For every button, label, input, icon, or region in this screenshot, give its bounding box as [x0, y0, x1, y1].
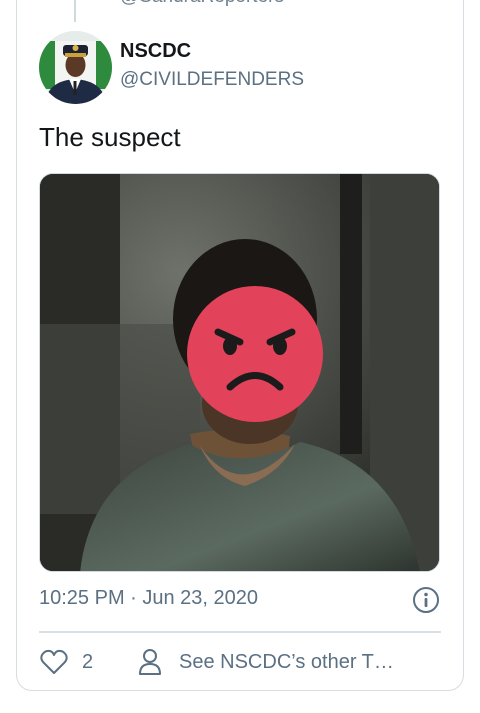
thread-connector-line [74, 0, 76, 22]
author-name[interactable]: NSCDC [120, 40, 191, 63]
person-icon [139, 649, 161, 675]
action-divider [39, 631, 441, 633]
like-button[interactable]: 2 [40, 648, 93, 676]
photo-content [40, 174, 439, 571]
tweet-photo[interactable] [39, 173, 440, 572]
tweet-text: The suspect [39, 122, 181, 152]
see-other-tweets-link[interactable]: See NSCDC’s other T… [138, 648, 394, 676]
author-handle[interactable]: @CIVILDEFENDERS [120, 69, 304, 91]
previous-tweet-handle[interactable]: @SandraReporters [120, 0, 284, 8]
see-other-tweets-label: See NSCDC’s other T… [179, 650, 394, 673]
heart-icon [40, 649, 68, 674]
tweet-timestamp[interactable]: 10:25 PM · Jun 23, 2020 [39, 587, 258, 610]
like-count: 2 [82, 650, 94, 673]
author-avatar[interactable] [39, 31, 112, 104]
info-icon[interactable] [412, 586, 440, 614]
avatar-image [39, 31, 112, 104]
